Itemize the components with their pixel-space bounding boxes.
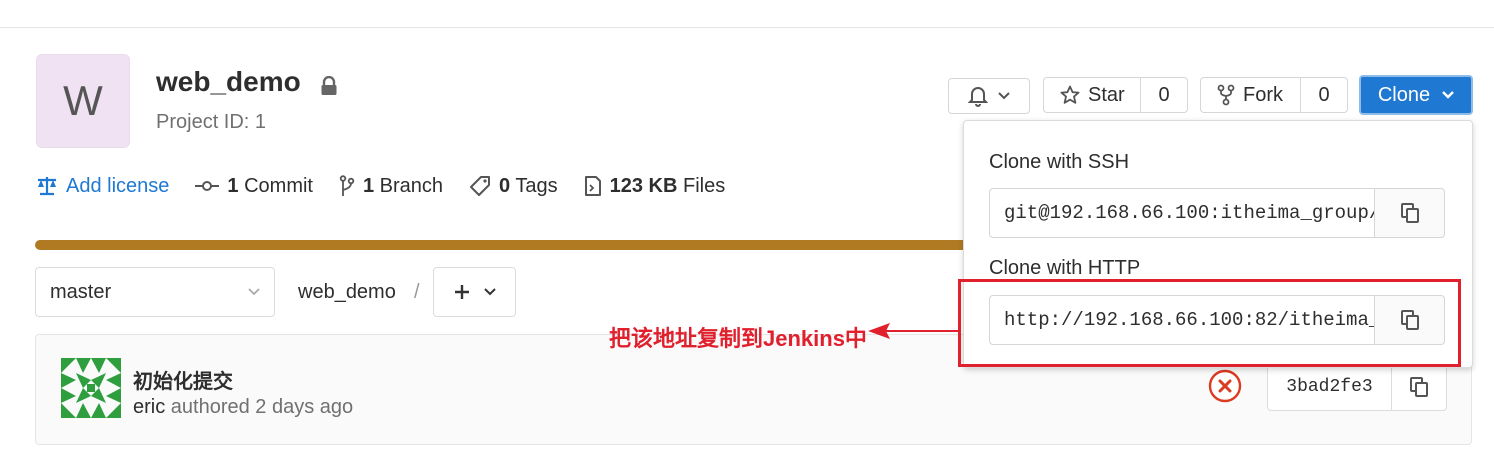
clone-ssh-label: Clone with SSH [989, 151, 1130, 173]
notification-button[interactable] [948, 78, 1030, 114]
branch-select-value: master [50, 280, 112, 303]
project-title[interactable]: web_demo [156, 66, 301, 98]
files-size: 123 KB [609, 174, 678, 197]
commits-label: Commit [244, 174, 313, 197]
add-license-label: Add license [66, 174, 170, 197]
clone-ssh-field: git@192.168.66.100:itheima_group/web_dem… [989, 188, 1445, 238]
files-label: Files [683, 174, 726, 197]
fork-label: Fork [1243, 83, 1283, 106]
avatar-letter: W [63, 77, 103, 124]
star-button[interactable]: Star 0 [1043, 77, 1188, 113]
lock-icon [321, 76, 337, 95]
file-icon [584, 176, 601, 196]
annotation-text: 把该地址复制到Jenkins中 [609, 326, 867, 351]
chevron-down-icon [998, 92, 1010, 100]
clone-http-label: Clone with HTTP [989, 257, 1141, 279]
copy-icon [1400, 203, 1419, 223]
clone-ssh-input[interactable]: git@192.168.66.100:itheima_group/web_dem… [990, 189, 1374, 237]
tags-label: Tags [515, 174, 558, 197]
branches-count: 1 [362, 174, 375, 197]
plus-icon [454, 285, 469, 299]
commits-link[interactable]: 1 Commit [195, 175, 313, 198]
star-label: Star [1088, 83, 1125, 106]
add-license-link[interactable]: Add license [36, 175, 169, 198]
star-count[interactable]: 0 [1140, 78, 1187, 112]
project-id: Project ID: 1 [156, 111, 267, 133]
bell-icon [968, 87, 988, 107]
highlight-box [958, 279, 1461, 367]
commit-author[interactable]: eric [133, 396, 165, 418]
fork-count[interactable]: 0 [1300, 78, 1347, 112]
project-stats: Add license 1 Commit 1 Branch 0 Tags 123… [36, 172, 751, 200]
clone-label: Clone [1377, 83, 1431, 106]
fork-icon [1217, 84, 1235, 106]
copy-ssh-button[interactable] [1374, 189, 1444, 237]
chevron-down-icon [248, 288, 260, 296]
chevron-down-icon [483, 288, 496, 296]
fork-button[interactable]: Fork 0 [1200, 77, 1348, 113]
branches-link[interactable]: 1 Branch [339, 175, 443, 198]
commit-message[interactable]: 初始化提交 [133, 365, 233, 394]
commits-count: 1 [227, 174, 239, 197]
user-identicon[interactable] [61, 358, 121, 418]
project-avatar: W [36, 54, 130, 148]
tag-icon [470, 176, 491, 196]
tags-link[interactable]: 0 Tags [469, 175, 558, 198]
tags-count: 0 [499, 174, 511, 197]
breadcrumb-project[interactable]: web_demo [298, 281, 396, 304]
chevron-down-icon [1442, 91, 1454, 99]
status-failed-icon[interactable] [1208, 369, 1242, 403]
branch-select[interactable]: master [35, 267, 275, 317]
commit-icon [195, 181, 220, 191]
copy-icon [1410, 377, 1428, 397]
branches-label: Branch [379, 174, 444, 197]
language-bar[interactable] [35, 240, 995, 250]
breadcrumb-separator: / [414, 281, 420, 303]
commit-author-line: eric authored 2 days ago [133, 396, 353, 419]
scale-icon [38, 177, 56, 196]
divider [0, 27, 1494, 28]
star-icon [1060, 85, 1080, 104]
files-link[interactable]: 123 KB Files [584, 174, 726, 198]
branch-icon [339, 175, 355, 196]
commit-authored-time: authored 2 days ago [170, 396, 354, 418]
add-file-dropdown[interactable] [433, 267, 516, 317]
clone-button[interactable]: Clone [1359, 75, 1473, 115]
copy-sha-button[interactable] [1391, 363, 1447, 411]
commit-sha[interactable]: 3bad2fe3 [1267, 363, 1392, 411]
arrow-icon [868, 323, 960, 339]
